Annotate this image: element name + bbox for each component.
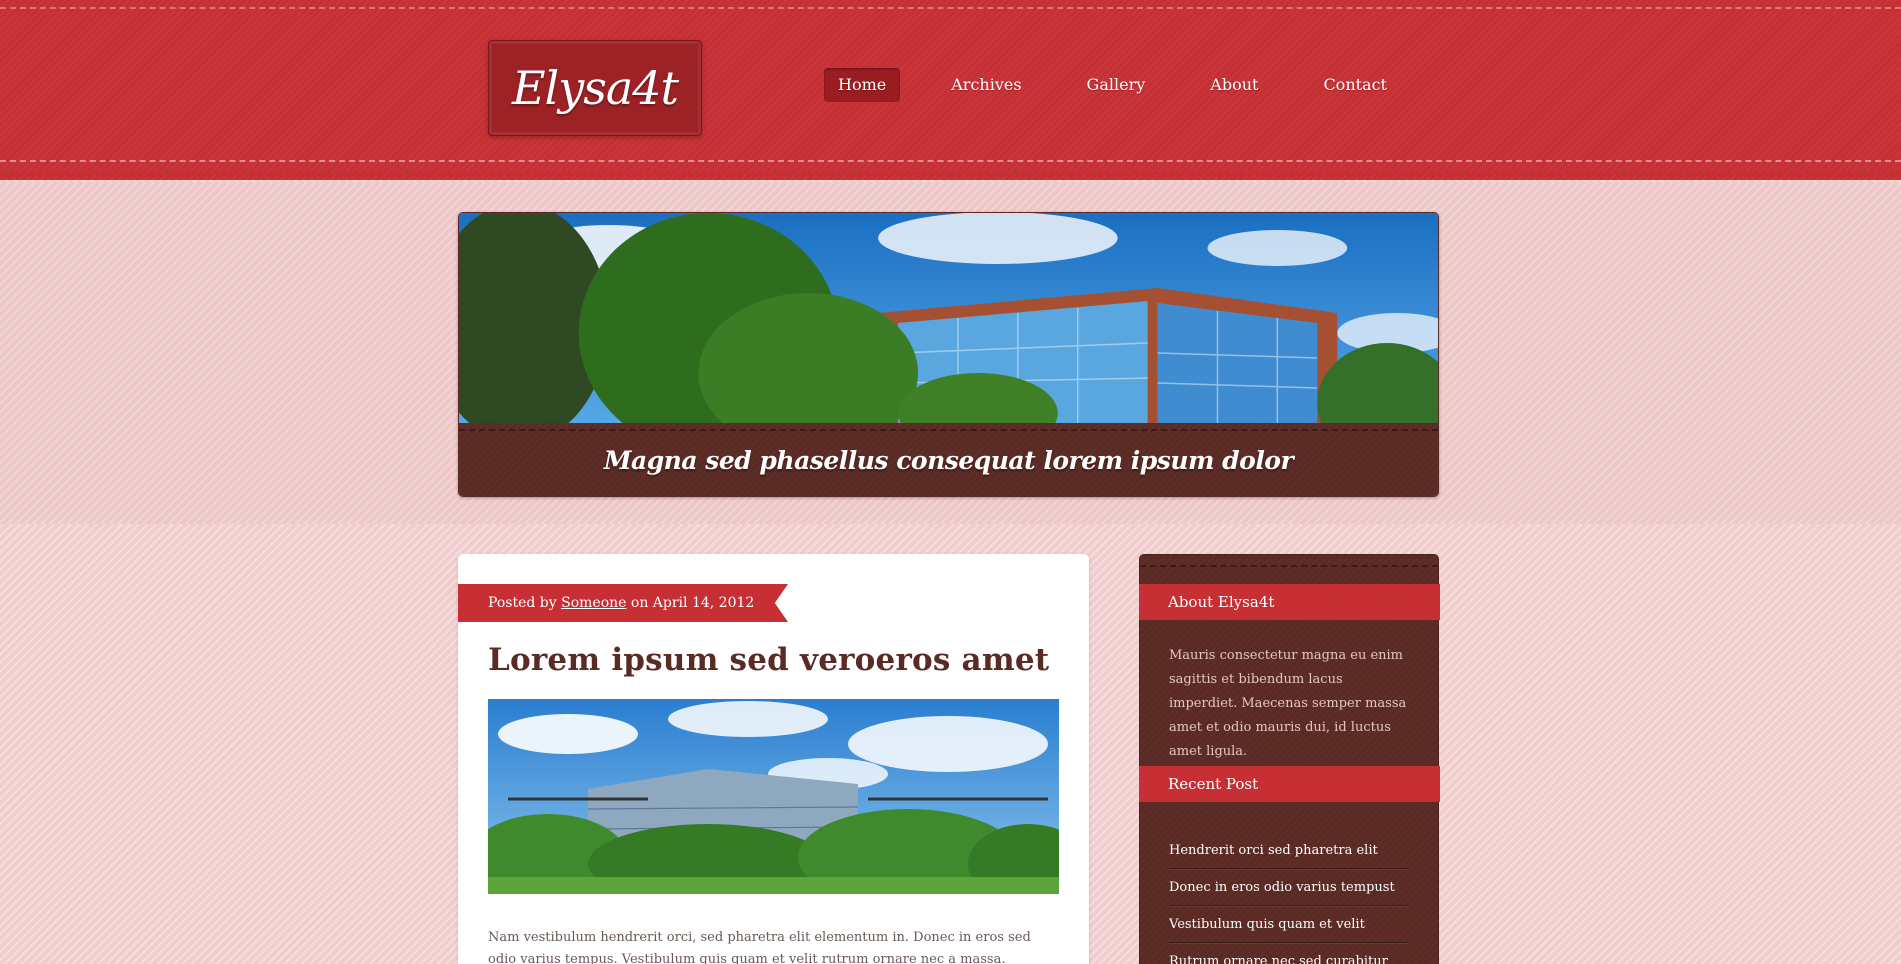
post-body: Nam vestibulum hendrerit orci, sed phare… <box>488 930 1031 964</box>
site-header: Elysa4t Home Archives Gallery About Cont… <box>0 0 1901 182</box>
nav-home[interactable]: Home <box>824 68 901 102</box>
main-nav: Home Archives Gallery About Contact <box>824 68 1438 102</box>
recent-post-link[interactable]: Donec in eros odio varius tempust <box>1169 869 1409 906</box>
blog-post: Posted by Someone on April 14, 2012 Lore… <box>458 554 1089 964</box>
about-text: Mauris consectetur magna eu enim sagitti… <box>1169 648 1407 759</box>
post-meta-prefix: Posted by <box>488 595 557 611</box>
header-stitch <box>0 160 1901 162</box>
nav-archives[interactable]: Archives <box>937 68 1035 102</box>
post-author-link[interactable]: Someone <box>561 595 626 611</box>
post-meta-mid: on <box>630 595 649 611</box>
sidebar-stitch <box>1140 565 1438 567</box>
nav-contact[interactable]: Contact <box>1309 68 1401 102</box>
sidebar: About Elysa4t Mauris consectetur magna e… <box>1139 554 1440 964</box>
banner-caption-bar: Magna sed phasellus consequat lorem ipsu… <box>459 423 1438 496</box>
site-logo[interactable]: Elysa4t <box>488 40 702 136</box>
hero-banner: Magna sed phasellus consequat lorem ipsu… <box>458 212 1439 497</box>
banner-photo <box>459 213 1438 425</box>
post-meta-ribbon: Posted by Someone on April 14, 2012 <box>458 584 788 622</box>
logo-text: Elysa4t <box>511 61 679 115</box>
recent-post-list: Hendrerit orci sed pharetra elit Donec i… <box>1169 832 1409 964</box>
banner-caption: Magna sed phasellus consequat lorem ipsu… <box>603 446 1294 475</box>
recent-post-link[interactable]: Hendrerit orci sed pharetra elit <box>1169 832 1409 869</box>
about-heading: About Elysa4t <box>1139 584 1440 620</box>
header-zigzag-edge <box>0 172 1901 182</box>
post-date: April 14, 2012 <box>652 595 755 611</box>
recent-post-link[interactable]: Vestibulum quis quam et velit <box>1169 906 1409 943</box>
nav-about[interactable]: About <box>1196 68 1272 102</box>
recent-heading: Recent Post <box>1139 766 1440 802</box>
header-stitch <box>0 7 1901 9</box>
post-image <box>488 699 1059 894</box>
recent-post-link[interactable]: Rutrum ornare nec sed curabitur <box>1169 943 1409 964</box>
nav-gallery[interactable]: Gallery <box>1073 68 1160 102</box>
post-title[interactable]: Lorem ipsum sed veroeros amet <box>488 642 1049 678</box>
